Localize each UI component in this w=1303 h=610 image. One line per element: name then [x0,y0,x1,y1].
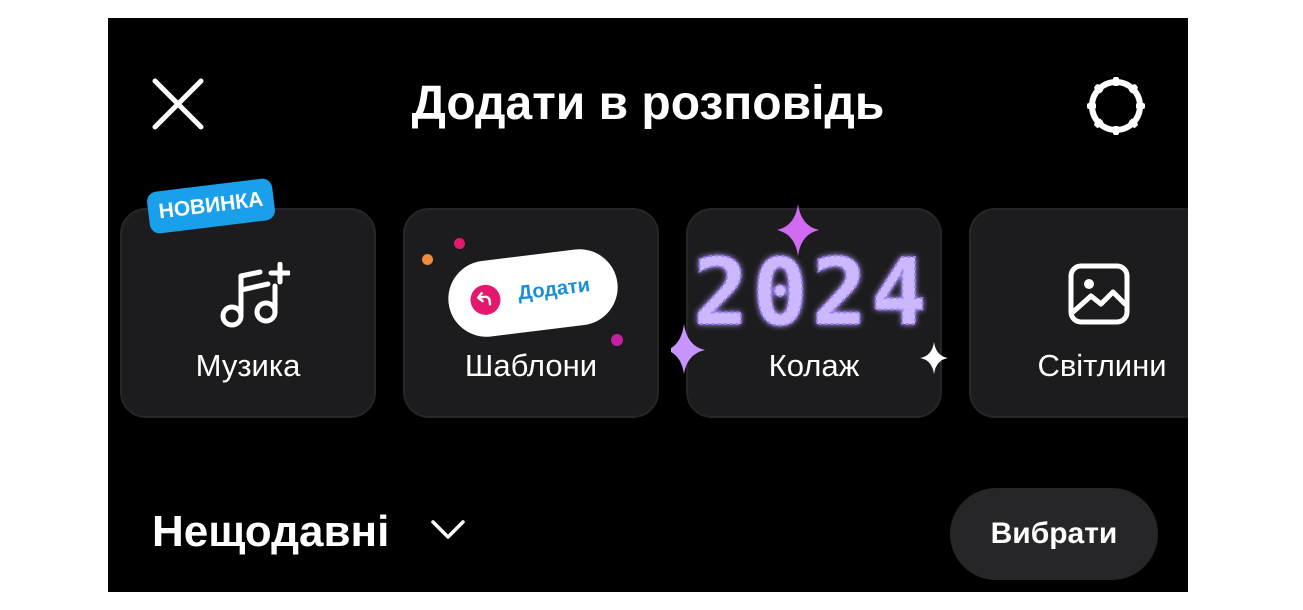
photo-icon [1068,263,1130,325]
music-note-plus-icon [220,262,290,328]
confetti-dot [422,254,433,265]
tile-templates-label: Шаблони [464,348,598,383]
collage-year-text: 2024 [693,239,931,346]
add-to-story-screen: Додати в розповідь Музика НОВИНКА Шаблон… [108,18,1188,592]
chevron-down-icon[interactable] [430,518,466,542]
page-title: Додати в розповідь [411,77,885,130]
recent-dropdown-label[interactable]: Нещодавні [152,506,389,558]
tile-music-label: Музика [195,348,301,383]
settings-icon [1087,77,1145,135]
confetti-dot [611,334,623,346]
collage-2024-art: 2024 [671,204,948,374]
tile-photos[interactable]: Світлини [969,208,1188,418]
settings-button[interactable] [1084,74,1148,138]
select-button[interactable]: Вибрати [950,488,1158,580]
sparkle-icon [920,342,948,374]
reply-icon [468,283,503,317]
pill-label: Додати [516,274,592,305]
tile-music[interactable]: Музика [120,208,376,418]
confetti-dot [454,238,465,249]
tile-photos-label: Світлини [1037,348,1167,383]
